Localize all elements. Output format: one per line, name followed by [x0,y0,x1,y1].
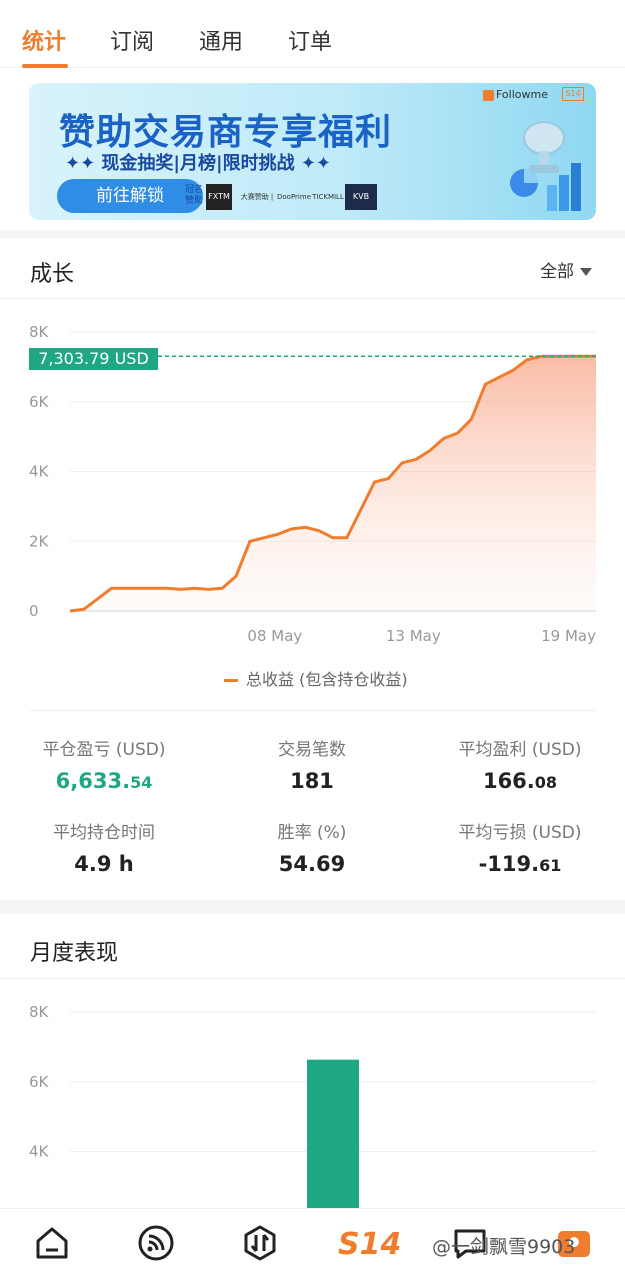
avg-hold-time-value: 4.9 h [74,852,134,876]
growth-area [70,356,596,611]
followme-icon [483,89,494,101]
watermark: @一剑飘雪9903 [432,1236,576,1258]
fxtm-logo: FXTM [206,184,232,210]
legend-label: 总收益 (包含持仓收益) [246,670,408,689]
y-tick-label: 6K [29,393,50,411]
y-tick-label: 8K [29,323,50,341]
monthly-bar [307,1059,359,1208]
x-tick-label: 13 May [386,627,441,645]
feed-icon[interactable] [136,1223,176,1263]
avg-hold-time-label: 平均持仓时间 [53,823,155,843]
chart-legend: 总收益 (包含持仓收益) [224,666,408,690]
y-tick-label: 4K [29,1143,50,1161]
range-filter-dropdown[interactable]: 全部 [540,257,592,282]
win-rate-label: 胜率 (%) [277,823,347,843]
sponsor-label: 冠名赞助 [185,185,204,206]
divider [0,298,625,299]
section-divider [0,230,625,238]
promo-banner[interactable]: 赞助交易商专享福利 ✦✦ 现金抽奖|月榜|限时挑战 ✦✦ 前往解锁 冠名赞助 F… [29,83,596,220]
divider [30,710,596,711]
trade-count-value: 181 [290,769,334,793]
monthly-chart: 8K 6K 4K [29,1003,596,1208]
current-value-tag: 7,303.79 USD [29,348,158,370]
win-rate-value: 54.69 [278,852,346,876]
s14-tab[interactable]: S14 [338,1227,401,1262]
tickmill-logo: TICKMILL [312,193,344,201]
s14-badge: S14 [562,87,584,101]
avg-profit-value: 166.08 [482,769,558,793]
avg-loss-label: 平均亏损 (USD) [458,823,582,843]
avg-profit-label: 平均盈利 (USD) [458,740,582,760]
trophy-illustration-icon [510,121,581,211]
closed-pnl-label: 平仓盈亏 (USD) [42,740,166,760]
tab-orders[interactable]: 订单 [288,24,332,56]
growth-title: 成长 [30,262,75,287]
home-icon[interactable] [32,1223,72,1263]
top-tab-bar: 统计 订阅 通用 订单 [0,0,625,68]
y-tick-label: 4K [29,463,50,481]
x-tick-label: 19 May [541,627,596,645]
trade-count-label: 交易笔数 [278,740,346,760]
tab-statistics[interactable]: 统计 [22,24,66,56]
x-tick-label: 08 May [247,627,302,645]
y-tick-label: 6K [29,1073,50,1091]
section-divider [0,900,625,914]
y-tick-label: 8K [29,1003,50,1021]
kvb-logo: KVB [345,184,377,210]
avg-loss-value: -119.61 [478,852,562,876]
unlock-button[interactable]: 前往解锁 [57,179,203,213]
sponsor-text: 大赛赞助 | [240,193,274,201]
followme-logo: Followme [483,88,548,101]
tab-subscription[interactable]: 订阅 [110,24,154,56]
banner-subtitle: ✦✦ 现金抽奖|月榜|限时挑战 ✦✦ [65,153,332,174]
dooprime-logo: DooPrime [277,193,312,201]
legend-swatch [224,679,238,682]
active-tab-indicator [22,64,68,68]
tab-general[interactable]: 通用 [199,24,243,56]
caret-down-icon [580,268,592,276]
trade-icon[interactable] [240,1223,280,1263]
y-tick-label: 2K [29,532,50,550]
closed-pnl-value: 6,633.54 [55,769,153,793]
banner-title: 赞助交易商专享福利 [59,112,393,153]
monthly-title: 月度表现 [30,941,119,966]
y-tick-label: 0 [29,602,39,620]
